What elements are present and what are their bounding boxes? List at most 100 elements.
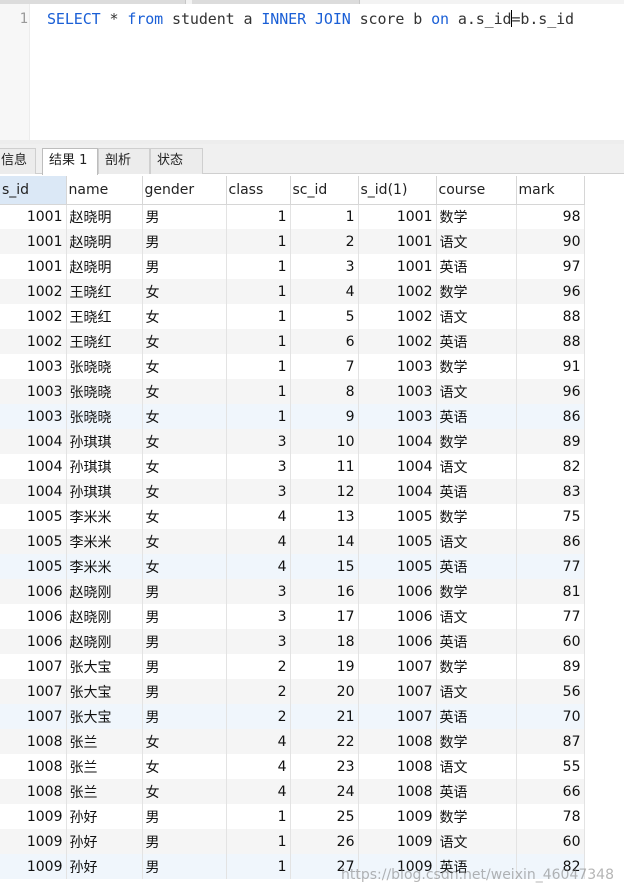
cell-sc-id[interactable]: 22	[290, 729, 359, 754]
cell-s-id-1[interactable]: 1006	[358, 579, 437, 604]
cell-gender[interactable]: 男	[142, 679, 227, 704]
cell-s-id[interactable]: 1007	[0, 704, 67, 729]
column-header-s_id-1[interactable]: s_id(1)	[358, 176, 437, 205]
cell-gender[interactable]: 男	[142, 604, 227, 629]
cell-class[interactable]: 1	[226, 404, 291, 429]
cell-s-id-1[interactable]: 1007	[358, 704, 437, 729]
cell-gender[interactable]: 女	[142, 754, 227, 779]
cell-gender[interactable]: 女	[142, 404, 227, 429]
cell-course[interactable]: 数学	[436, 429, 517, 454]
cell-course[interactable]: 数学	[436, 804, 517, 829]
cell-s-id[interactable]: 1001	[0, 229, 67, 254]
cell-course[interactable]: 语文	[436, 829, 517, 854]
cell-gender[interactable]: 男	[142, 704, 227, 729]
cell-gender[interactable]: 女	[142, 529, 227, 554]
cell-s-id[interactable]: 1008	[0, 754, 67, 779]
cell-gender[interactable]: 男	[142, 204, 227, 229]
cell-sc-id[interactable]: 18	[290, 629, 359, 654]
cell-gender[interactable]: 男	[142, 654, 227, 679]
column-header-s_id[interactable]: s_id	[0, 176, 67, 205]
cell-mark[interactable]: 90	[516, 229, 585, 254]
cell-course[interactable]: 英语	[436, 779, 517, 804]
cell-name[interactable]: 赵晓刚	[66, 629, 143, 654]
table-row[interactable]: 1006 赵晓刚男 3 18 1006 英语 60	[0, 629, 585, 654]
table-row[interactable]: 1007 张大宝男 2 19 1007 数学 89	[0, 654, 585, 679]
cell-gender[interactable]: 男	[142, 229, 227, 254]
cell-s-id[interactable]: 1006	[0, 579, 67, 604]
cell-s-id-1[interactable]: 1004	[358, 454, 437, 479]
cell-gender[interactable]: 女	[142, 429, 227, 454]
table-row[interactable]: 1002 王晓红女 1 5 1002 语文 88	[0, 304, 585, 329]
cell-course[interactable]: 数学	[436, 354, 517, 379]
cell-name[interactable]: 赵晓明	[66, 229, 143, 254]
table-row[interactable]: 1007 张大宝男 2 21 1007 英语 70	[0, 704, 585, 729]
cell-class[interactable]: 1	[226, 854, 291, 879]
cell-class[interactable]: 4	[226, 729, 291, 754]
cell-class[interactable]: 3	[226, 479, 291, 504]
cell-mark[interactable]: 78	[516, 804, 585, 829]
cell-name[interactable]: 张晓晓	[66, 404, 143, 429]
column-header-mark[interactable]: mark	[516, 176, 585, 205]
cell-sc-id[interactable]: 25	[290, 804, 359, 829]
cell-sc-id[interactable]: 10	[290, 429, 359, 454]
cell-s-id-1[interactable]: 1003	[358, 379, 437, 404]
tab-profile[interactable]: 剖析	[98, 148, 150, 174]
cell-sc-id[interactable]: 5	[290, 304, 359, 329]
cell-name[interactable]: 赵晓刚	[66, 604, 143, 629]
cell-gender[interactable]: 女	[142, 454, 227, 479]
cell-course[interactable]: 语文	[436, 754, 517, 779]
cell-class[interactable]: 1	[226, 829, 291, 854]
cell-s-id-1[interactable]: 1007	[358, 654, 437, 679]
cell-course[interactable]: 英语	[436, 629, 517, 654]
cell-class[interactable]: 1	[226, 354, 291, 379]
cell-course[interactable]: 数学	[436, 654, 517, 679]
cell-mark[interactable]: 96	[516, 379, 585, 404]
cell-s-id[interactable]: 1006	[0, 604, 67, 629]
cell-sc-id[interactable]: 7	[290, 354, 359, 379]
cell-s-id-1[interactable]: 1003	[358, 354, 437, 379]
cell-mark[interactable]: 88	[516, 304, 585, 329]
cell-s-id-1[interactable]: 1001	[358, 254, 437, 279]
table-row[interactable]: 1001 赵晓明男 1 3 1001 英语 97	[0, 254, 585, 279]
table-row[interactable]: 1001 赵晓明男 1 2 1001 语文 90	[0, 229, 585, 254]
cell-s-id[interactable]: 1006	[0, 629, 67, 654]
cell-class[interactable]: 3	[226, 454, 291, 479]
cell-class[interactable]: 1	[226, 254, 291, 279]
cell-gender[interactable]: 女	[142, 304, 227, 329]
cell-s-id[interactable]: 1009	[0, 804, 67, 829]
cell-mark[interactable]: 97	[516, 254, 585, 279]
cell-sc-id[interactable]: 21	[290, 704, 359, 729]
cell-s-id-1[interactable]: 1003	[358, 404, 437, 429]
cell-mark[interactable]: 83	[516, 479, 585, 504]
cell-mark[interactable]: 60	[516, 629, 585, 654]
table-row[interactable]: 1005 李米米女 4 14 1005 语文 86	[0, 529, 585, 554]
cell-course[interactable]: 语文	[436, 304, 517, 329]
cell-course[interactable]: 英语	[436, 704, 517, 729]
cell-mark[interactable]: 82	[516, 454, 585, 479]
cell-s-id[interactable]: 1008	[0, 729, 67, 754]
cell-sc-id[interactable]: 13	[290, 504, 359, 529]
cell-s-id[interactable]: 1002	[0, 304, 67, 329]
cell-gender[interactable]: 男	[142, 829, 227, 854]
cell-class[interactable]: 3	[226, 604, 291, 629]
cell-course[interactable]: 英语	[436, 554, 517, 579]
cell-name[interactable]: 张晓晓	[66, 379, 143, 404]
cell-sc-id[interactable]: 24	[290, 779, 359, 804]
cell-name[interactable]: 孙琪琪	[66, 429, 143, 454]
cell-mark[interactable]: 81	[516, 579, 585, 604]
cell-class[interactable]: 4	[226, 504, 291, 529]
sql-editor[interactable]: 1 SELECT * from student a INNER JOIN sco…	[0, 4, 624, 140]
table-row[interactable]: 1005 李米米女 4 15 1005 英语 77	[0, 554, 585, 579]
cell-name[interactable]: 张晓晓	[66, 354, 143, 379]
cell-course[interactable]: 数学	[436, 204, 517, 229]
cell-sc-id[interactable]: 4	[290, 279, 359, 304]
cell-name[interactable]: 张大宝	[66, 704, 143, 729]
cell-class[interactable]: 4	[226, 554, 291, 579]
cell-sc-id[interactable]: 12	[290, 479, 359, 504]
cell-s-id[interactable]: 1009	[0, 829, 67, 854]
table-row[interactable]: 1001 赵晓明男 1 1 1001 数学 98	[0, 204, 585, 229]
table-row[interactable]: 1006 赵晓刚男 3 17 1006 语文 77	[0, 604, 585, 629]
table-row[interactable]: 1005 李米米女 4 13 1005 数学 75	[0, 504, 585, 529]
column-header-course[interactable]: course	[436, 176, 517, 205]
cell-course[interactable]: 语文	[436, 604, 517, 629]
